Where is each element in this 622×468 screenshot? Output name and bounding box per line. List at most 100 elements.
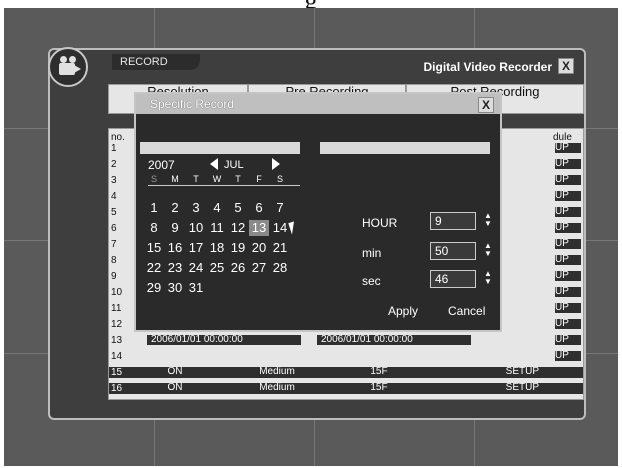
calendar-day[interactable]: 25 [207, 260, 227, 276]
window-close-button[interactable]: X [558, 58, 574, 74]
calendar-day[interactable]: 20 [249, 240, 269, 256]
row-number: 6 [111, 223, 117, 234]
row-number: 1 [111, 143, 117, 154]
table-row[interactable]: 13 2006/01/01 00:00:00 2006/01/01 00:00:00… [109, 335, 583, 346]
fps-cell[interactable]: 15F [359, 383, 399, 393]
row-number: 2 [111, 159, 117, 170]
weekday-label: W [212, 174, 222, 184]
min-spinner-icon[interactable]: ▲ ▼ [484, 242, 492, 260]
start-datetime-cell[interactable]: 2006/01/01 00:00:00 [147, 335, 301, 345]
calendar-day[interactable]: 6 [249, 200, 269, 216]
weekday-label: S [150, 174, 157, 184]
calendar-day[interactable]: 15 [144, 240, 164, 256]
min-label: min [362, 246, 382, 260]
calendar-day[interactable]: 1 [144, 200, 164, 216]
calendar-day[interactable]: 27 [249, 260, 269, 276]
calendar-day[interactable]: 18 [207, 240, 227, 256]
schedule-cell[interactable]: SETUP [469, 383, 539, 393]
calendar-day[interactable]: 3 [186, 200, 206, 216]
schedule-setup-cell[interactable]: UP [555, 175, 581, 185]
calendar-day[interactable]: 21 [270, 240, 290, 256]
calendar-day[interactable]: 22 [144, 260, 164, 276]
row-number: 3 [111, 175, 117, 186]
schedule-setup-cell[interactable]: UP [555, 143, 581, 153]
schedule-setup-cell[interactable]: UP [555, 287, 581, 297]
row-number: 14 [111, 351, 123, 362]
prev-month-icon[interactable] [210, 158, 218, 170]
weekday-label: T [193, 174, 199, 184]
dvr-screen: RECORD Digital Video Recorder X Resoluti… [4, 8, 618, 466]
row-number: 15 [111, 367, 123, 378]
hour-label: HOUR [362, 216, 398, 230]
schedule-setup-cell[interactable]: UP [555, 335, 581, 345]
sec-input[interactable]: 46 [430, 270, 476, 288]
calendar-day[interactable]: 7 [270, 200, 290, 216]
quality-cell[interactable]: Medium [247, 383, 307, 393]
calendar-day[interactable]: 13 [249, 220, 269, 236]
calendar-day[interactable]: 8 [144, 220, 164, 236]
calendar-day[interactable]: 30 [165, 280, 185, 296]
cancel-button[interactable]: Cancel [448, 304, 485, 318]
calendar-day[interactable]: 17 [186, 240, 206, 256]
schedule-setup-cell[interactable]: UP [555, 319, 581, 329]
calendar-day[interactable]: 23 [165, 260, 185, 276]
calendar-day[interactable]: 14 [270, 220, 290, 236]
calendar-day[interactable]: 19 [228, 240, 248, 256]
schedule-setup-cell[interactable]: UP [555, 159, 581, 169]
hour-spinner-icon[interactable]: ▲ ▼ [484, 212, 492, 230]
schedule-setup-cell[interactable]: UP [555, 303, 581, 313]
next-month-icon[interactable] [272, 158, 280, 170]
schedule-setup-cell[interactable]: UP [555, 191, 581, 201]
schedule-setup-cell[interactable]: UP [555, 351, 581, 361]
calendar-day[interactable]: 16 [165, 240, 185, 256]
camera-reel [60, 56, 67, 63]
start-date-strip [140, 142, 300, 154]
calendar-day[interactable]: 31 [186, 280, 206, 296]
schedule-setup-cell[interactable]: UP [555, 223, 581, 233]
record-cell[interactable]: ON [155, 383, 195, 393]
calendar-day[interactable]: 2 [165, 200, 185, 216]
row-number: 16 [111, 383, 123, 394]
schedule-setup-cell[interactable]: UP [555, 207, 581, 217]
quality-cell[interactable]: Medium [247, 367, 307, 377]
row-number: 7 [111, 239, 117, 250]
row-number: 11 [111, 303, 122, 314]
calendar-day[interactable]: 26 [228, 260, 248, 276]
schedule-setup-cell[interactable]: UP [555, 255, 581, 265]
calendar-day[interactable]: 11 [207, 220, 227, 236]
calendar-day[interactable]: 10 [186, 220, 206, 236]
record-tab[interactable]: RECORD [112, 54, 200, 70]
apply-button[interactable]: Apply [388, 304, 418, 318]
record-cell[interactable]: ON [155, 367, 195, 377]
calendar-day[interactable]: 24 [186, 260, 206, 276]
calendar-day[interactable]: 4 [207, 200, 227, 216]
schedule-setup-cell[interactable]: UP [555, 271, 581, 281]
schedule-setup-cell[interactable]: UP [555, 239, 581, 249]
calendar-day[interactable]: 12 [228, 220, 248, 236]
table-row[interactable]: 15 ON Medium 15F SETUP [109, 367, 583, 378]
calendar-day[interactable]: 29 [144, 280, 164, 296]
sec-label: sec [362, 274, 381, 288]
hour-input[interactable]: 9 [430, 212, 476, 230]
schedule-cell[interactable]: SETUP [469, 367, 539, 377]
dialog-body: 2007 JUL SMTWTFS 1 2 3 4 5 6 7 8 9 10 11 12 13 14 15 16… [136, 114, 500, 330]
calendar-month: JUL [224, 159, 244, 171]
calendar-day[interactable]: 5 [228, 200, 248, 216]
window-title: Digital Video Recorder [423, 60, 552, 74]
dialog-close-button[interactable]: X [478, 97, 494, 113]
row-number: 8 [111, 255, 117, 266]
row-number: 10 [111, 287, 123, 298]
sec-spinner-icon[interactable]: ▲ ▼ [484, 270, 492, 288]
table-row[interactable]: 16 ON Medium 15F SETUP [109, 383, 583, 394]
min-input[interactable]: 50 [430, 242, 476, 260]
weekday-label: F [256, 174, 262, 184]
end-datetime-cell[interactable]: 2006/01/01 00:00:00 [317, 335, 471, 345]
row-number: 9 [111, 271, 117, 282]
row-number: 5 [111, 207, 117, 218]
dialog-title: Specific Record [136, 94, 500, 114]
fps-cell[interactable]: 15F [359, 367, 399, 377]
row-number: 4 [111, 191, 117, 202]
calendar-day[interactable]: 9 [165, 220, 185, 236]
calendar-day[interactable]: 28 [270, 260, 290, 276]
table-row[interactable]: 14 UP [109, 351, 583, 362]
